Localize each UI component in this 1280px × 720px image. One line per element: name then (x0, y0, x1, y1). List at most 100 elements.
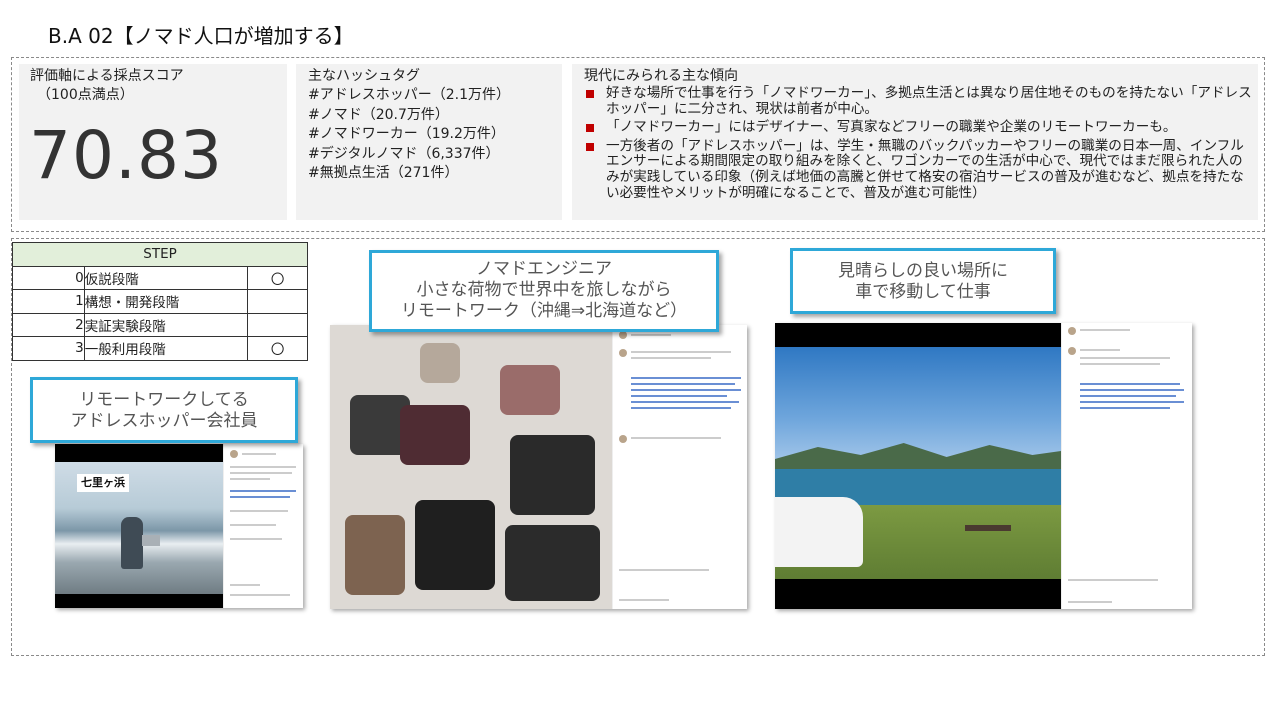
text-line (1080, 329, 1130, 331)
callout-line: ノマドエンジニア (476, 259, 612, 279)
slide-title: B.A 02【ノマド人口が増加する】 (48, 24, 354, 48)
photo-car (775, 497, 863, 567)
trend-item-text: 「ノマドワーカー」にはデザイナー、写真家などフリーの職業や企業のリモートワーカー… (606, 119, 1177, 136)
image-letterbox-top (775, 323, 1061, 347)
hashtag-line (631, 401, 739, 403)
trend-panel: 現代にみられる主な傾向 好きな場所で仕事を行う「ノマドワーカー」、多拠点生活とは… (572, 64, 1258, 220)
hashtag-line (631, 377, 741, 379)
bullet-square-icon (586, 142, 594, 151)
step-table-header: STEP (12, 242, 308, 267)
hashtag-line (230, 490, 296, 492)
avatar (619, 435, 627, 443)
instagram-post-packing (330, 325, 747, 609)
photo-item (400, 405, 470, 465)
avatar (1068, 347, 1076, 355)
text-line (631, 357, 711, 359)
text-line (230, 510, 288, 512)
hashtag-panel-title: 主なハッシュタグ (308, 68, 420, 84)
person-silhouette (121, 517, 143, 569)
avatar (230, 450, 238, 458)
instagram-post-car (775, 323, 1192, 609)
table-row: 3 一般利用段階 〇 (12, 336, 308, 361)
step-mark: 〇 (247, 336, 308, 361)
text-line (230, 538, 282, 540)
trend-item: 好きな場所で仕事を行う「ノマドワーカー」、多拠点生活とは異なり居住地そのものを持… (584, 85, 1252, 117)
hashtag-line (631, 389, 741, 391)
laptop-icon (142, 535, 160, 546)
trend-item: 「ノマドワーカー」にはデザイナー、写真家などフリーの職業や企業のリモートワーカー… (584, 119, 1252, 136)
text-line (230, 478, 270, 480)
hashtag-line (631, 383, 735, 385)
instagram-post-beach: 七里ヶ浜 (55, 444, 303, 608)
step-table: STEP 0 仮説段階 〇 1 構想・開発段階 2 実証実験段階 3 一般利用段… (12, 242, 308, 361)
step-label: 一般利用段階 (83, 336, 249, 361)
photo-item (500, 365, 560, 415)
score-panel-title: 評価軸による採点スコア (30, 68, 184, 84)
trend-list: 好きな場所で仕事を行う「ノマドワーカー」、多拠点生活とは異なり居住地そのものを持… (584, 85, 1252, 204)
text-line (230, 472, 292, 474)
callout-nomad-engineer: ノマドエンジニア 小さな荷物で世界中を旅しながら リモートワーク（沖縄⇒北海道な… (369, 250, 719, 332)
hashtag-line (230, 496, 290, 498)
step-number: 1 (12, 289, 85, 314)
callout-line: 小さな荷物で世界中を旅しながら (416, 280, 672, 300)
callout-line: アドレスホッパー会社員 (70, 411, 258, 431)
table-row: 1 構想・開発段階 (12, 289, 308, 314)
text-line (230, 584, 260, 586)
text-line (631, 334, 671, 336)
text-line (242, 453, 276, 455)
text-line (1068, 601, 1112, 603)
post-comment-side (612, 325, 747, 609)
avatar (1068, 327, 1076, 335)
score-panel: 評価軸による採点スコア （100点満点） 70.83 (19, 64, 287, 220)
beach-photo: 七里ヶ浜 (55, 462, 223, 594)
table-row: 0 仮説段階 〇 (12, 265, 308, 290)
step-number: 0 (12, 265, 85, 290)
photo-item (510, 435, 595, 515)
post-comment-side (1061, 323, 1192, 609)
hashtag-line (631, 407, 731, 409)
text-line (619, 569, 709, 571)
bullet-square-icon (586, 90, 594, 98)
text-line (631, 351, 731, 353)
text-line (1080, 363, 1160, 365)
hashtag-line (1080, 401, 1184, 403)
score-value: 70.83 (29, 117, 223, 194)
step-mark (247, 289, 308, 314)
hashtag-item: #ノマド（20.7万件） (308, 106, 449, 123)
hashtag-list: #アドレスホッパー（2.1万件） #ノマド（20.7万件） #ノマドワーカー（1… (308, 86, 510, 184)
callout-line: 車で移動して仕事 (855, 282, 991, 302)
hashtag-item: #無拠点生活（271件） (308, 165, 459, 181)
text-line (619, 599, 669, 601)
callout-line: リモートワークしてる (79, 390, 249, 410)
hashtag-line (631, 395, 727, 397)
text-line (230, 594, 290, 596)
photo-item (345, 515, 405, 595)
image-letterbox-bottom (775, 579, 1061, 609)
hashtag-line (1080, 389, 1184, 391)
text-line (230, 524, 276, 526)
photo-item (505, 525, 600, 601)
trend-item-text: 好きな場所で仕事を行う「ノマドワーカー」、多拠点生活とは異なり居住地そのものを持… (606, 85, 1252, 117)
text-line (1080, 357, 1170, 359)
hashtag-panel: 主なハッシュタグ #アドレスホッパー（2.1万件） #ノマド（20.7万件） #… (296, 64, 562, 220)
callout-line: リモートワーク（沖縄⇒北海道など） (400, 301, 688, 321)
image-letterbox-bottom (55, 594, 223, 608)
photo-item (415, 500, 495, 590)
step-number: 3 (12, 336, 85, 361)
text-line (1080, 349, 1120, 351)
callout-car-work: 見晴らしの良い場所に 車で移動して仕事 (790, 248, 1056, 314)
text-line (230, 466, 296, 468)
post-comment-side (223, 444, 303, 608)
step-label: 仮説段階 (83, 265, 249, 290)
callout-line: 見晴らしの良い場所に (838, 261, 1008, 281)
trend-panel-title: 現代にみられる主な傾向 (584, 68, 738, 84)
trend-item: 一方後者の「アドレスホッパー」は、学生・無職のバックパッカーやフリーの職業の日本… (584, 138, 1252, 201)
image-letterbox-top (55, 444, 223, 462)
hashtag-line (1080, 407, 1170, 409)
text-line (631, 437, 721, 439)
avatar (619, 331, 627, 339)
hashtag-item: #ノマドワーカー（19.2万件） (308, 126, 505, 142)
hashtag-item: #アドレスホッパー（2.1万件） (308, 87, 510, 103)
table-row: 2 実証実験段階 (12, 312, 308, 337)
text-line (1068, 579, 1158, 581)
